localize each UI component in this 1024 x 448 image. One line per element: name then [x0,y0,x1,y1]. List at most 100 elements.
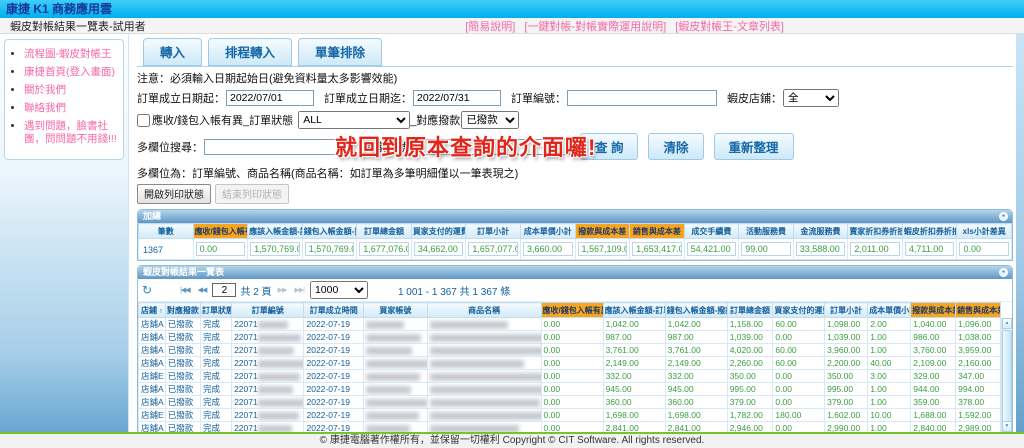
cell-disburse: 已撥款 [165,396,200,409]
results-col-header[interactable]: 買家帳號 [363,303,427,318]
summary-value-cell: 4,711.00 [902,239,957,260]
table-row[interactable]: 店鋪A 已撥款 完成 22071 2022-07-19 0.003,761.00… [139,344,1001,357]
cell-amount: 945.00 [603,383,665,396]
date-from-input[interactable] [226,90,314,106]
cell-diff: 0.00 [541,357,603,370]
link-quick-help[interactable]: [簡易說明] [465,21,515,33]
shop-select[interactable]: 全 [783,89,839,107]
cell-amount: 379.00 [825,396,868,409]
last-page-icon[interactable]: ▶▶| [292,286,306,294]
cell-shop: 店鋪A [139,422,166,433]
sidebar-item-facebook-group[interactable]: 遇到問題，臉書社團，問問題不用錢!!! [24,120,120,146]
summary-col-header: 撥款與成本差 [575,224,630,239]
table-row[interactable]: 店鋪A 已撥款 完成 22071 2022-07-19 0.00360.0036… [139,396,1001,409]
cell-status: 完成 [201,331,232,344]
refresh-grid-icon[interactable]: ↻ [142,283,152,297]
cell-buyer [363,357,427,370]
cell-date: 2022-07-19 [304,357,363,370]
summary-value-cell: 2,011.00 [848,239,903,260]
link-reconcile-guide[interactable]: [一鍵對帳-對帳實際運用說明] [524,21,666,33]
first-page-icon[interactable]: |◀◀ [178,286,192,294]
order-status-select[interactable]: ALL [298,111,410,129]
results-col-header[interactable]: 應收/錢包入帳有異 [541,303,603,318]
table-row[interactable]: 店鋪A 已撥款 完成 22071 2022-07-19 0.00945.0094… [139,383,1001,396]
results-col-header[interactable]: 應該入帳金額-訂單 [603,303,665,318]
scroll-down-icon[interactable]: ▼ [1002,421,1012,432]
redacted-product [430,334,541,342]
results-col-header[interactable]: 店鋪 ↑ [139,303,166,318]
table-row[interactable]: 店鋪A 已撥款 完成 22071 2022-07-19 0.001,042.00… [139,318,1001,331]
cell-buyer [363,370,427,383]
cell-product [427,396,541,409]
cell-disburse: 已撥款 [165,357,200,370]
grid-scrollbar[interactable]: ▲ ▼ [1001,318,1012,432]
results-col-header[interactable]: 銷售與成本差 [956,303,1001,318]
copyright-text: © 康捷電腦著作權所有，並保留一切權利 Copyright © CIT Soft… [320,435,705,446]
summary-value-cell: 1,567,109.00 [575,239,630,260]
table-row[interactable]: 店鋪E 已撥款 完成 22071 2022-07-19 0.00332.0033… [139,370,1001,383]
cell-amount: 2,990.00 [825,422,868,433]
results-col-header[interactable]: 錢包入帳金額-撥款 [665,303,727,318]
refresh-button[interactable]: 重新整理 [714,133,794,160]
print-end-button[interactable]: 結束列印狀態 [215,184,289,204]
sidebar-item-flowchart[interactable]: 流程圖-蝦皮對帳王 [24,48,120,61]
cell-amount: 1,098.00 [825,318,868,331]
summary-col-header: 筆數 [139,224,194,239]
summary-col-header: 賣家折扣券折抵 [848,224,903,239]
cell-amount: 347.00 [956,370,1001,383]
cell-amount: 350.00 [727,370,773,383]
diff-only-checkbox[interactable] [137,114,150,127]
tab-single-exclude[interactable]: 單筆排除 [298,38,382,66]
cell-amount: 4,020.00 [727,344,773,357]
date-to-input[interactable] [413,90,501,106]
results-col-header[interactable]: 訂單小計 [825,303,868,318]
cell-status: 完成 [201,357,232,370]
results-col-header[interactable]: 訂單總金額 [727,303,773,318]
cell-shop: 店鋪A [139,344,166,357]
results-collapse-icon[interactable]: ● [999,268,1008,277]
table-row[interactable]: 店鋪A 已撥款 完成 22071 2022-07-19 0.002,149.00… [139,357,1001,370]
sidebar-item-home[interactable]: 康捷首頁(登入畫面) [24,66,120,79]
prev-page-icon[interactable]: ◀◀ [196,286,209,294]
page-number-input[interactable] [212,283,236,297]
scroll-up-icon[interactable]: ▲ [1002,318,1012,329]
results-col-header[interactable]: 撥款與成本差 [911,303,956,318]
table-row[interactable]: 店鋪A 已撥款 完成 22071 2022-07-19 0.00987.0098… [139,331,1001,344]
redacted-order-suffix [258,334,301,342]
tab-import[interactable]: 轉入 [143,38,202,66]
redacted-order-suffix [258,347,294,355]
cell-disburse: 已撥款 [165,331,200,344]
link-article-list[interactable]: [蝦皮對帳王-文章列表] [675,21,784,33]
multi-search-input[interactable] [204,139,354,155]
results-col-header[interactable]: 訂單成立時間 [304,303,363,318]
results-col-header[interactable]: 買家支付的運費 [773,303,825,318]
results-col-header[interactable]: 訂單狀態 [201,303,232,318]
cell-buyer [363,344,427,357]
summary-collapse-icon[interactable]: ● [999,212,1008,221]
table-row[interactable]: 店鋪E 已撥款 完成 22071 2022-07-19 0.001,698.00… [139,409,1001,422]
disburse-select[interactable]: 已撥款 [461,111,519,129]
results-col-header[interactable]: 訂單編號 [232,303,304,318]
scrollbar-thumb[interactable] [1002,330,1012,422]
clear-button[interactable]: 清除 [648,133,703,160]
cell-amount: 180.00 [773,409,825,422]
cell-product [427,344,541,357]
order-no-input[interactable] [567,90,717,106]
sidebar-item-about[interactable]: 關於我們 [24,84,120,97]
multi-field-note: 多欄位為：訂單編號、商品名稱(商品名稱：如訂單為多筆明細僅以一筆表現之) [137,165,1013,181]
redacted-product [430,321,508,329]
cell-amount: 1,592.00 [956,409,1001,422]
results-col-header[interactable]: 成本單價小計 [868,303,911,318]
page-size-select[interactable]: 1000 [310,281,368,299]
results-col-header[interactable]: 商品名稱 [427,303,541,318]
next-page-icon[interactable]: ▶▶ [276,286,289,294]
sidebar-item-contact[interactable]: 聯絡我們 [24,102,120,115]
cell-amount: 1,688.00 [911,409,956,422]
cell-amount: 332.00 [665,370,727,383]
cell-amount: 1,602.00 [825,409,868,422]
table-row[interactable]: 店鋪A 已撥款 完成 22071 2022-07-19 0.002,841.00… [139,422,1001,433]
print-start-button[interactable]: 開啟列印狀態 [137,184,211,204]
tab-scheduled-import[interactable]: 排程轉入 [208,38,292,66]
cell-order-no: 22071 [232,370,304,383]
results-col-header[interactable]: 對應撥款 [165,303,200,318]
